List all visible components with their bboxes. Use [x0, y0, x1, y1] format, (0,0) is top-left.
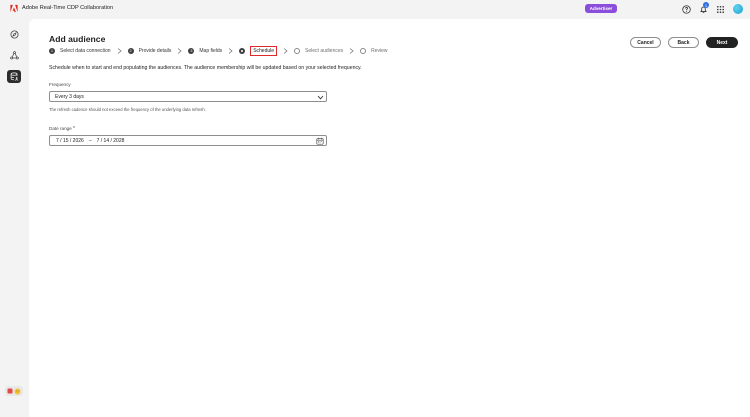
left-rail: [0, 18, 28, 417]
step-review[interactable]: Review: [360, 47, 388, 54]
date-range-label: Date range *: [49, 126, 75, 132]
role-badge[interactable]: Advertiser: [585, 4, 617, 13]
chevron-right-icon: [117, 47, 122, 54]
notification-count-badge: 1: [703, 2, 709, 8]
rail-item-connections[interactable]: [7, 49, 21, 62]
current-step-dot: [239, 47, 246, 54]
end-date[interactable]: 7 / 14 / 2028: [97, 138, 125, 144]
rail-item-browse[interactable]: [7, 28, 21, 41]
chevron-down-icon[interactable]: [316, 93, 324, 101]
next-button[interactable]: Next: [706, 37, 738, 48]
apps-grid-icon[interactable]: [715, 4, 725, 14]
bell-icon[interactable]: 1: [698, 2, 709, 14]
page-title: Add audience: [49, 34, 106, 44]
feedback-emoji-button[interactable]: [5, 386, 23, 396]
stepper: 1 Select data connection 2 Provide detai…: [49, 45, 388, 56]
chevron-right-icon: [177, 47, 183, 54]
step-map-fields[interactable]: 3 Map fields: [188, 47, 223, 54]
app-title: Adobe Real-Time CDP Collaboration: [22, 5, 114, 11]
frequency-select[interactable]: Every 3 days: [49, 91, 327, 102]
frequency-help-text: The refresh cadence should not exceed th…: [49, 107, 206, 112]
adobe-logo-icon[interactable]: [10, 4, 18, 13]
audience-database-icon: [10, 72, 18, 81]
step-number: 3: [188, 47, 195, 54]
start-date[interactable]: 7 / 15 / 2026: [56, 138, 84, 144]
top-bar: Adobe Real-Time CDP Collaboration Advert…: [0, 0, 750, 18]
step-number: 1: [49, 47, 55, 54]
compass-icon: [9, 30, 19, 39]
step-select-data-connection[interactable]: 1 Select data connection: [49, 47, 111, 54]
help-icon[interactable]: [681, 4, 691, 14]
step-label: Provide details: [138, 47, 172, 54]
chevron-right-icon: [349, 47, 354, 54]
step-label: Map fields: [199, 47, 223, 54]
pending-step-circle: [360, 47, 367, 54]
calendar-icon[interactable]: [316, 137, 324, 145]
required-indicator: *: [73, 126, 75, 132]
intro-text: Schedule when to start and end populatin…: [49, 65, 362, 71]
main-panel: Add audience 1 Select data connection 2 …: [29, 19, 750, 417]
chevron-right-icon: [283, 47, 288, 54]
date-separator: –: [88, 137, 92, 144]
step-provide-details[interactable]: 2 Provide details: [127, 47, 172, 54]
step-label: Schedule: [250, 45, 278, 56]
step-label: Select audiences: [305, 47, 344, 54]
frequency-label: Frequency: [49, 82, 71, 87]
step-number: 2: [127, 47, 134, 54]
avatar[interactable]: [733, 4, 743, 14]
connections-icon: [9, 51, 19, 60]
step-label: Review: [371, 47, 388, 54]
step-select-audiences[interactable]: Select audiences: [294, 47, 344, 54]
step-label: Select data connection: [60, 47, 111, 54]
cancel-button[interactable]: Cancel: [630, 37, 661, 48]
pending-step-circle: [294, 47, 301, 54]
date-range-field[interactable]: 7 / 15 / 2026 – 7 / 14 / 2028: [49, 135, 327, 146]
frequency-value: Every 3 days: [55, 93, 84, 100]
date-range-label-text: Date range: [49, 126, 72, 131]
back-button[interactable]: Back: [668, 37, 699, 48]
rail-item-audiences[interactable]: [7, 70, 21, 83]
step-schedule[interactable]: Schedule: [239, 45, 278, 56]
chevron-right-icon: [228, 47, 233, 54]
